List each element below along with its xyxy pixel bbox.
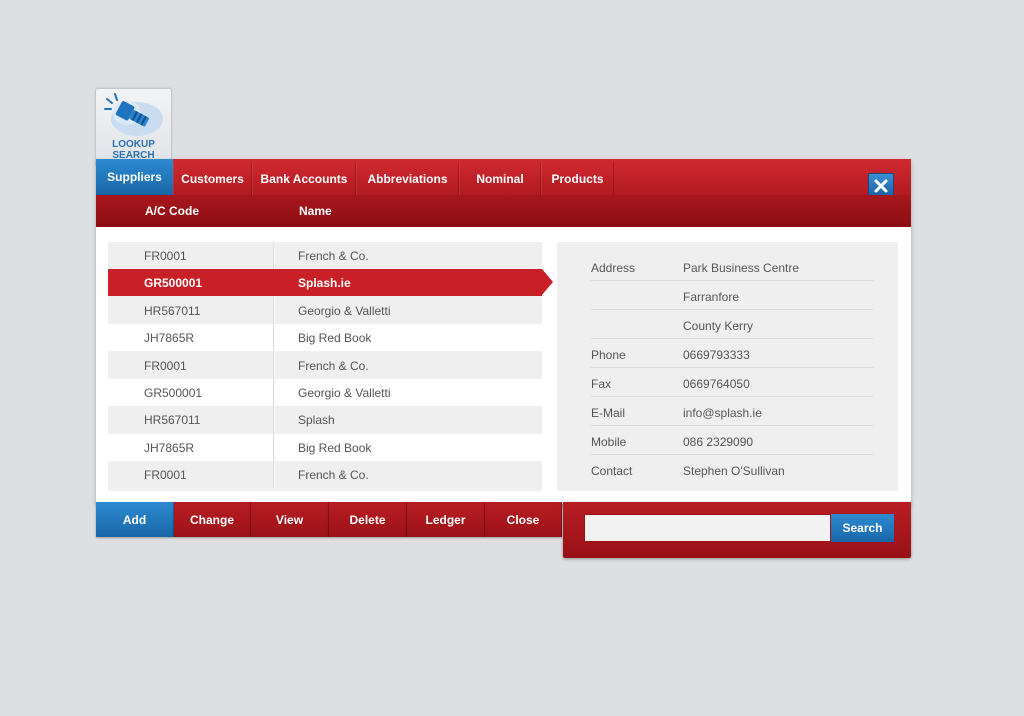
detail-value: Park Business Centre (683, 261, 800, 275)
tab-customers[interactable]: Customers (173, 162, 252, 195)
detail-value: 0669764050 (683, 377, 750, 391)
row-code: GR500001 (144, 386, 203, 400)
row-code: FR0001 (144, 468, 187, 482)
row-divider (273, 242, 275, 269)
logo-text: LOOKUP SEARCH (96, 139, 171, 161)
detail-address: Address Park Business Centre (591, 252, 873, 281)
list-row[interactable]: FR0001 French & Co. (108, 352, 542, 379)
detail-value: Farranfore (683, 290, 740, 304)
row-code: JH7865R (144, 331, 195, 345)
search-bar: Search (563, 502, 911, 558)
row-code: HR567011 (144, 304, 201, 318)
row-name: Georgio & Valletti (298, 386, 391, 400)
ledger-button[interactable]: Ledger (407, 502, 485, 537)
column-header: A/C Code Name (96, 195, 911, 227)
row-name: Big Red Book (298, 441, 372, 455)
list-row[interactable]: JH7865R Big Red Book (108, 434, 542, 461)
list-row[interactable]: HR567011 Georgio & Valletti (108, 297, 542, 324)
add-button[interactable]: Add (96, 502, 174, 537)
row-name: French & Co. (298, 359, 369, 373)
row-divider (273, 324, 275, 351)
logo-line1: LOOKUP (112, 139, 155, 150)
flashlight-icon (104, 93, 163, 136)
detail-phone: Phone 0669793333 (591, 339, 873, 368)
tab-nominal[interactable]: Nominal (459, 162, 541, 195)
list-row[interactable]: FR0001 French & Co. (108, 461, 542, 488)
detail-value: Stephen O'Sullivan (683, 464, 785, 478)
view-button[interactable]: View (251, 502, 329, 537)
detail-address-3: County Kerry (591, 310, 873, 339)
close-icon (874, 179, 888, 192)
change-button[interactable]: Change (174, 502, 251, 537)
list-row[interactable]: JH7865R Big Red Book (108, 324, 542, 351)
detail-label: Contact (591, 464, 633, 478)
selection-arrow (542, 269, 553, 295)
row-divider (273, 461, 275, 488)
detail-value: 0669793333 (683, 348, 750, 362)
detail-label: Mobile (591, 435, 627, 449)
supplier-list: FR0001 French & Co. GR500001 Splash.ie H… (108, 242, 553, 491)
tab-bank-accounts[interactable]: Bank Accounts (252, 162, 356, 195)
list-row[interactable]: HR567011 Splash (108, 406, 542, 433)
detail-fax: Fax 0669764050 (591, 368, 873, 397)
row-divider (273, 297, 275, 324)
lookup-panel: Suppliers Customers Bank Accounts Abbrev… (96, 159, 911, 504)
row-code: GR500001 (144, 276, 203, 290)
row-divider (273, 379, 275, 406)
detail-value: info@splash.ie (683, 406, 762, 420)
detail-label: Fax (591, 377, 612, 391)
tab-bar: Suppliers Customers Bank Accounts Abbrev… (96, 159, 911, 195)
row-name: Georgio & Valletti (298, 304, 391, 318)
detail-email: E-Mail info@splash.ie (591, 397, 873, 426)
detail-label: Phone (591, 348, 626, 362)
detail-value: County Kerry (683, 319, 754, 333)
lookup-search-logo: LOOKUP SEARCH (95, 88, 172, 166)
list-row[interactable]: GR500001 Georgio & Valletti (108, 379, 542, 406)
row-code: HR567011 (144, 413, 201, 427)
detail-value: 086 2329090 (683, 435, 754, 449)
row-code: JH7865R (144, 441, 195, 455)
tab-abbreviations[interactable]: Abbreviations (356, 162, 459, 195)
detail-label: Address (591, 261, 636, 275)
detail-address-2: Farranfore (591, 281, 873, 310)
detail-contact: Contact Stephen O'Sullivan (591, 455, 873, 484)
supplier-details: Address Park Business Centre Farranfore … (557, 242, 898, 491)
row-name: French & Co. (298, 249, 369, 263)
detail-mobile: Mobile 086 2329090 (591, 426, 873, 455)
list-row[interactable]: FR0001 French & Co. (108, 242, 542, 269)
row-divider (273, 434, 275, 461)
delete-button[interactable]: Delete (329, 502, 407, 537)
list-row-selected[interactable]: GR500001 Splash.ie (108, 269, 553, 296)
row-name: French & Co. (298, 468, 369, 482)
tab-suppliers[interactable]: Suppliers (96, 159, 173, 195)
row-divider (273, 352, 275, 379)
tab-products[interactable]: Products (541, 162, 614, 195)
action-bar: Add Change View Delete Ledger Close (96, 502, 563, 537)
row-divider (273, 406, 275, 433)
column-name[interactable]: Name (299, 204, 332, 218)
search-button[interactable]: Search (831, 514, 894, 542)
detail-label: E-Mail (591, 406, 626, 420)
row-name: Splash (298, 413, 335, 427)
close-action-button[interactable]: Close (485, 502, 562, 537)
row-code: FR0001 (144, 359, 187, 373)
row-code: FR0001 (144, 249, 187, 263)
row-name: Big Red Book (298, 331, 372, 345)
row-name: Splash.ie (298, 276, 351, 290)
search-input[interactable] (584, 514, 831, 542)
column-ac-code[interactable]: A/C Code (145, 204, 199, 218)
